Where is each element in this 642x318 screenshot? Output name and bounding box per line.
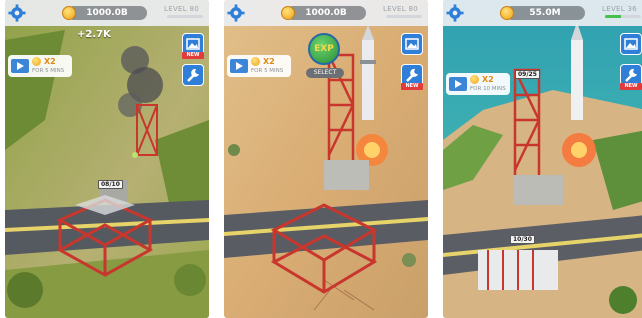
ad-duration: FOR 10 MINS xyxy=(470,86,506,92)
ad-duration: FOR 5 MINS xyxy=(32,68,65,74)
video-ad-icon xyxy=(449,77,467,91)
photo-button[interactable] xyxy=(620,33,642,55)
coin-icon xyxy=(281,6,295,20)
ad-boost-button[interactable]: X2 FOR 10 MINS xyxy=(446,73,510,95)
upgrade-button[interactable]: NEW xyxy=(401,64,423,90)
coin-icon xyxy=(500,6,514,20)
exp-badge[interactable]: EXP xyxy=(308,33,340,65)
ad-multiplier: X2 xyxy=(482,75,494,84)
photo-button[interactable]: NEW xyxy=(182,33,204,59)
photo-icon xyxy=(186,38,200,50)
wrench-icon xyxy=(625,68,637,82)
settings-gear-icon[interactable] xyxy=(446,4,464,22)
ad-duration: FOR 5 MINS xyxy=(251,68,284,74)
game-scene-island xyxy=(443,0,642,318)
ad-boost-button[interactable]: X2 FOR 5 MINS xyxy=(8,55,72,77)
money-counter: 1000.0B xyxy=(281,6,366,20)
build-progress-label: 09/25 xyxy=(515,70,540,79)
photo-button[interactable] xyxy=(401,33,423,55)
game-screenshot-1: 1000.0B LEVEL 80 +2.7K X2 FOR 5 MINS NEW… xyxy=(5,0,209,318)
settings-gear-icon[interactable] xyxy=(227,4,245,22)
game-screenshot-2: 1000.0B LEVEL 80 EXP SELECT X2 FOR 5 MIN… xyxy=(224,0,428,318)
build-progress-label: 08/10 xyxy=(98,180,123,189)
level-progress-bar xyxy=(386,15,422,18)
income-popup: +2.7K xyxy=(77,29,111,40)
money-value: 55.0M xyxy=(529,8,561,18)
build-progress-label-secondary: 10/30 xyxy=(510,235,535,244)
new-badge: NEW xyxy=(401,83,423,90)
money-value: 1000.0B xyxy=(86,8,128,18)
coin-icon xyxy=(251,57,260,66)
video-ad-icon xyxy=(230,59,248,73)
ad-multiplier: X2 xyxy=(44,57,56,66)
photo-icon xyxy=(624,38,638,50)
new-badge: NEW xyxy=(182,52,204,59)
level-label: LEVEL 36 xyxy=(602,5,637,13)
photo-icon xyxy=(405,38,419,50)
new-badge: NEW xyxy=(620,83,642,90)
ad-multiplier: X2 xyxy=(263,57,275,66)
wrench-icon xyxy=(406,68,418,82)
coin-icon xyxy=(470,75,479,84)
level-label: LEVEL 80 xyxy=(383,5,418,13)
exp-select-pill[interactable]: SELECT xyxy=(306,68,344,78)
wrench-icon xyxy=(187,68,199,82)
game-scene-forest xyxy=(5,0,209,318)
coin-icon xyxy=(62,6,76,20)
settings-gear-icon[interactable] xyxy=(8,4,26,22)
level-progress-bar xyxy=(167,15,203,18)
ad-boost-button[interactable]: X2 FOR 5 MINS xyxy=(227,55,291,77)
upgrade-button[interactable] xyxy=(182,64,204,86)
level-progress-fill xyxy=(605,15,622,18)
coin-icon xyxy=(32,57,41,66)
money-counter: 1000.0B xyxy=(62,6,147,20)
level-label: LEVEL 80 xyxy=(164,5,199,13)
money-counter: 55.0M xyxy=(500,6,585,20)
upgrade-button[interactable]: NEW xyxy=(620,64,642,90)
video-ad-icon xyxy=(11,59,29,73)
level-progress-bar xyxy=(605,15,641,18)
game-screenshot-3: 55.0M LEVEL 36 X2 FOR 10 MINS NEW 09/25 … xyxy=(443,0,642,318)
money-value: 1000.0B xyxy=(305,8,347,18)
